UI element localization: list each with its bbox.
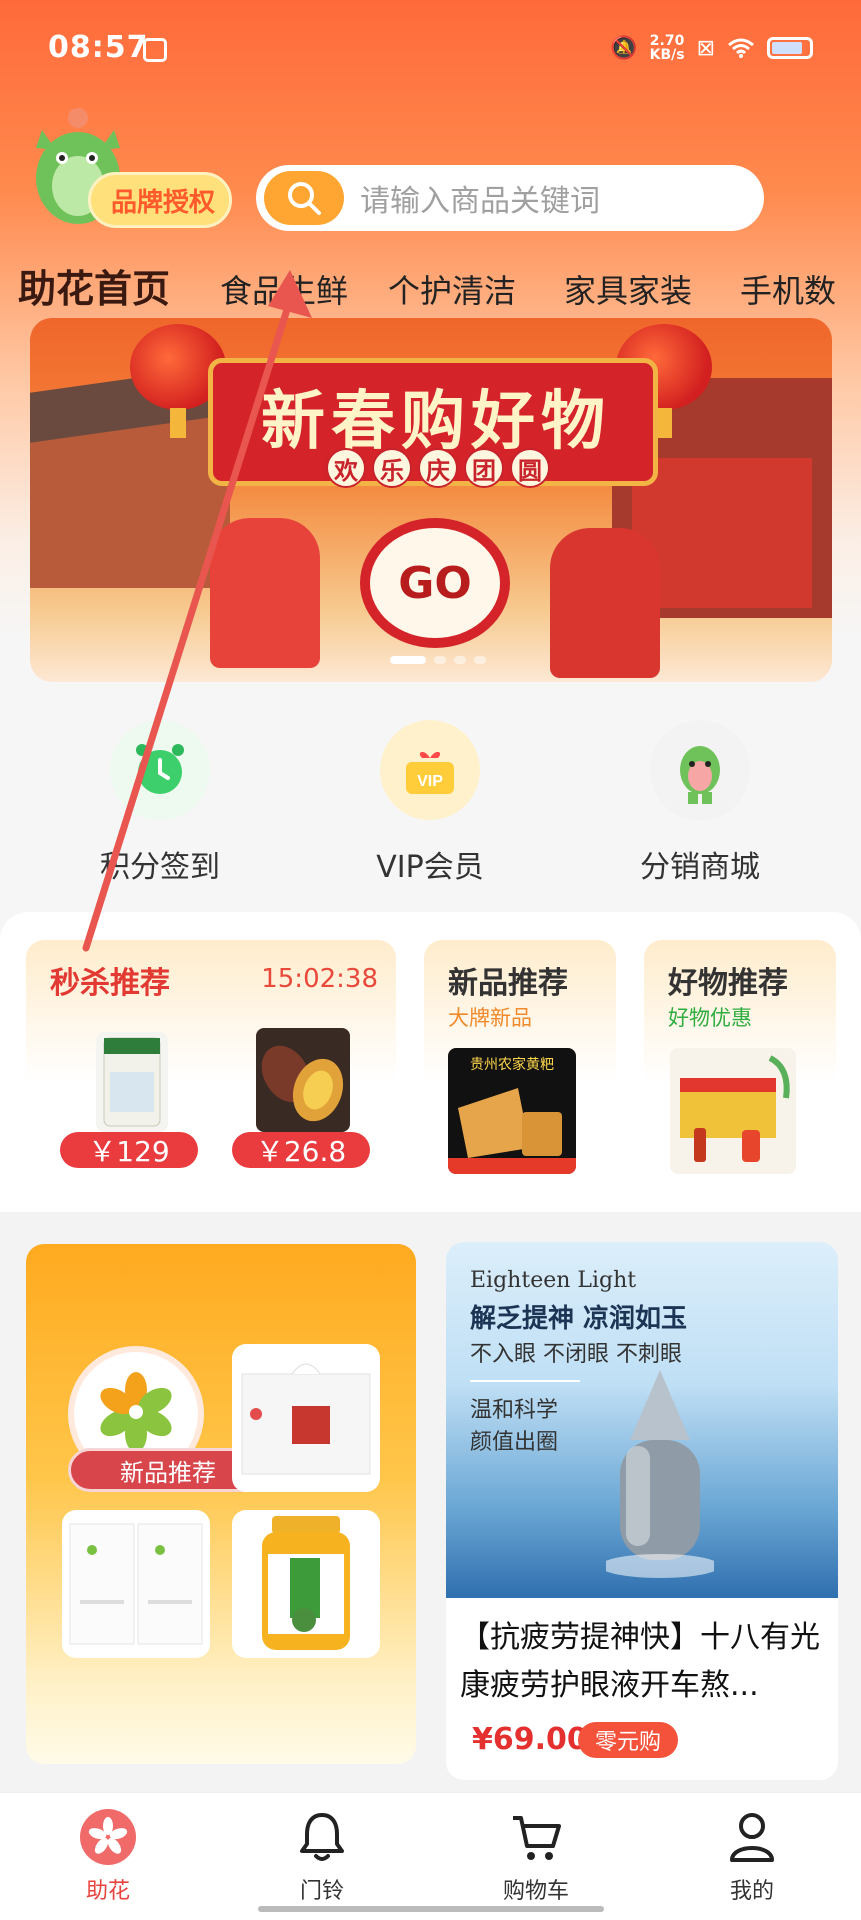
svg-text:VIP: VIP: [417, 773, 443, 790]
home-indicator[interactable]: [258, 1906, 604, 1912]
banner-person-left: [210, 518, 320, 668]
product-brand: Eighteen Light: [470, 1268, 637, 1293]
search-placeholder: 请输入商品关键词: [360, 184, 600, 219]
pagination-dot: [474, 656, 486, 664]
product-image-desc: 颜值出圈: [470, 1430, 559, 1455]
flash-sale-price: ￥129: [60, 1132, 198, 1168]
quick-action-distribution[interactable]: 分销商城: [600, 720, 800, 886]
tab-bar-label: 门铃: [299, 1879, 344, 1904]
mascot-icon: [650, 720, 750, 820]
tab-phones[interactable]: 手机数: [740, 266, 836, 312]
tab-bar-doorbell[interactable]: 门铃: [262, 1807, 382, 1905]
banner-subtitle: 欢 乐 庆 团 圆: [326, 448, 550, 488]
search-button[interactable]: [264, 171, 344, 225]
tab-personal-care[interactable]: 个护清洁: [388, 266, 516, 312]
product-image-sweet-potato[interactable]: [256, 1028, 350, 1132]
status-time: 08:57: [48, 30, 149, 65]
status-right: 🔕 2.70 KB/s ⊠: [610, 34, 813, 62]
good-products-subtitle: 好物优惠: [668, 1006, 752, 1030]
brand-authorization-badge[interactable]: 品牌授权: [88, 172, 232, 228]
eye-drop-bottle-image: [606, 1370, 714, 1578]
quick-action-label: 积分签到: [100, 850, 220, 885]
product-image-subheadline: 不入眼 不闭眼 不刺眼: [470, 1342, 682, 1367]
tab-bar-label: 助花: [85, 1879, 130, 1904]
search-icon: [288, 182, 321, 215]
flash-sale-title: 秒杀推荐: [50, 966, 170, 1001]
tab-furniture[interactable]: 家具家装: [564, 266, 692, 312]
tab-bar-cart[interactable]: 购物车: [476, 1807, 596, 1905]
product-feature-image: Eighteen Light 解乏提神 凉润如玉 不入眼 不闭眼 不刺眼 温和科…: [446, 1242, 838, 1598]
new-products-subtitle: 大牌新品: [448, 1006, 532, 1030]
tab-bar-home[interactable]: 助花: [48, 1807, 168, 1905]
banner-house-left: [30, 408, 230, 588]
bottom-tab-bar: 助花 门铃 购物车 我的: [0, 1792, 861, 1920]
new-products-title: 新品推荐: [448, 966, 568, 1001]
category-tabs: 助花首页 食品生鲜 个护清洁 家具家装 手机数: [0, 252, 861, 316]
vip-gift-icon: VIP: [380, 720, 480, 820]
promo-banner[interactable]: 新春购好物 欢 乐 庆 团 圆 GO: [30, 318, 832, 682]
net-speed-value: 2.70: [649, 33, 685, 49]
banner-person-right: [550, 528, 660, 678]
bell-icon: [300, 1813, 344, 1861]
product-image-headline: 解乏提神 凉润如玉: [470, 1304, 688, 1334]
tab-home[interactable]: 助花首页: [13, 258, 175, 315]
no-sim-icon: ⊠: [696, 35, 715, 61]
quick-action-sign-in[interactable]: 积分签到: [60, 720, 260, 886]
flash-sale-price: ￥26.8: [232, 1132, 370, 1168]
product-tile-tissue[interactable]: [232, 1344, 380, 1492]
user-icon: [730, 1813, 774, 1862]
divider: [470, 1380, 580, 1382]
product-feature-card[interactable]: Eighteen Light 解乏提神 凉润如玉 不入眼 不闭眼 不刺眼 温和科…: [446, 1242, 838, 1780]
tab-food-fresh[interactable]: 食品生鲜: [220, 266, 348, 312]
product-image-gift-box[interactable]: [670, 1048, 796, 1174]
zero-price-buy-tag[interactable]: 零元购: [578, 1722, 678, 1758]
battery-icon: [767, 37, 813, 59]
quick-action-vip[interactable]: VIP VIP会员: [330, 720, 530, 886]
status-bar: 08:57 🔕 2.70 KB/s ⊠: [0, 0, 861, 100]
wifi-icon: [728, 38, 754, 58]
quick-action-label: VIP会员: [376, 850, 484, 885]
product-image-rice[interactable]: [96, 1032, 168, 1132]
banner-pagination: [390, 656, 486, 664]
pagination-dot-active: [390, 656, 426, 664]
banner-subtitle-char: 庆: [418, 448, 458, 488]
product-image-yellow-cake[interactable]: 贵州农家黄粑: [448, 1048, 576, 1174]
notification-app-icon: [143, 38, 167, 62]
banner-subtitle-char: 乐: [372, 448, 412, 488]
banner-subtitle-char: 圆: [510, 448, 550, 488]
product-tile-honey[interactable]: [232, 1510, 380, 1658]
product-tile-mask-box[interactable]: [62, 1510, 210, 1658]
search-bar[interactable]: 请输入商品关键词: [256, 165, 764, 231]
new-products-feature-card[interactable]: [26, 1244, 416, 1764]
pagination-dot: [454, 656, 466, 664]
net-speed: 2.70 KB/s: [650, 34, 685, 62]
net-speed-unit: KB/s: [649, 47, 685, 63]
flower-icon: [80, 1809, 136, 1865]
tab-bar-label: 我的: [729, 1879, 774, 1904]
product-title: 【抗疲劳提神快】十八有光康疲劳护眼液开车熬...: [460, 1620, 820, 1703]
pagination-dot: [434, 656, 446, 664]
quick-action-label: 分销商城: [640, 850, 760, 885]
banner-go-button[interactable]: GO: [360, 518, 510, 648]
alarm-clock-icon: [110, 720, 210, 820]
product-image-desc: 温和科学: [470, 1398, 559, 1423]
banner-subtitle-char: 欢: [326, 448, 366, 488]
mute-icon: 🔕: [610, 35, 638, 61]
tab-bar-label: 购物车: [502, 1879, 569, 1904]
tab-bar-profile[interactable]: 我的: [692, 1807, 812, 1905]
flash-sale-countdown: 15:02:38: [261, 964, 378, 994]
good-products-title: 好物推荐: [668, 966, 788, 1001]
banner-subtitle-char: 团: [464, 448, 504, 488]
cart-icon: [513, 1816, 561, 1860]
product-price: ¥69.00: [472, 1722, 588, 1757]
